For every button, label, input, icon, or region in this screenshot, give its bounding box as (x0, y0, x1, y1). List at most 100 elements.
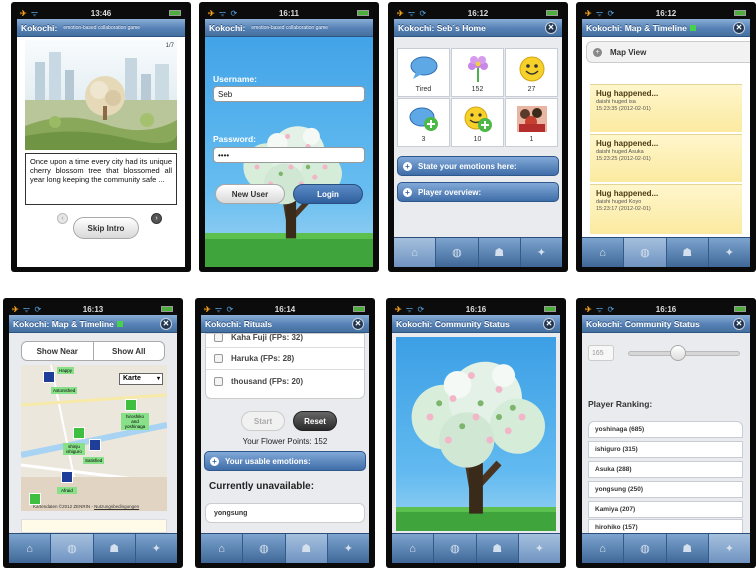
rituals-cell[interactable]: 1 (505, 98, 558, 147)
battery-icon (544, 306, 556, 312)
map-view-label: Map View (610, 47, 647, 57)
sparkle-icon: ✦ (536, 247, 546, 259)
given-smiles-cell[interactable]: 10 (451, 98, 504, 147)
show-near-button[interactable]: Show Near (22, 342, 94, 360)
map-credit: Kartendaten ©2012 ZENRIN - Nutzungsbedin… (33, 504, 140, 509)
tab-home[interactable]: ⌂ (582, 534, 625, 563)
plus-icon: + (403, 187, 412, 197)
community-tree-screen: ✈ ᯤ ⟳ 16:16 Kokochi: Community Status ✕ … (392, 303, 560, 563)
map-view-toggle[interactable]: + Map View (586, 41, 750, 63)
map-label: Astonished (51, 387, 78, 394)
title-bar: Kokochi: Community Status ✕ (582, 315, 750, 333)
cell-value: 1 (529, 136, 534, 143)
status-square-icon (116, 320, 123, 327)
player-row[interactable]: Kaha Fuji (FPs: 32) (206, 334, 364, 348)
phone-community-tree: ✈ ᯤ ⟳ 16:16 Kokochi: Community Status ✕ … (386, 298, 566, 568)
ranking-row[interactable]: yoshinaga (685) (588, 421, 743, 438)
page-title: Kokochi: (21, 22, 58, 33)
tab-home[interactable]: ⌂ (582, 238, 625, 267)
close-icon[interactable]: ✕ (733, 22, 745, 34)
close-icon[interactable]: ✕ (733, 318, 745, 330)
tab-home[interactable]: ⌂ (201, 534, 244, 563)
tab-map[interactable]: ◍ (624, 238, 667, 267)
tab-rituals[interactable]: ☗ (479, 238, 521, 267)
map-terms-link[interactable]: Nutzungsbedingungen (94, 504, 139, 509)
ranking-row[interactable]: yongsung (250) (588, 481, 743, 498)
usable-emotions-button[interactable]: + Your usable emotions: (204, 451, 366, 471)
slider-thumb[interactable] (670, 345, 686, 361)
flower-points-text: Your Flower Points: 152 (242, 437, 328, 446)
map-type-select[interactable]: Karte ▾ (119, 373, 163, 385)
tab-rituals[interactable]: ☗ (477, 534, 519, 563)
map-marker-icon[interactable] (125, 399, 137, 411)
map-marker-icon[interactable] (61, 471, 73, 483)
page-title: Kokochi: Rituals (205, 318, 273, 329)
map-marker-icon[interactable] (89, 439, 101, 451)
tab-map[interactable]: ◍ (243, 534, 286, 563)
username-field[interactable]: Seb (213, 86, 365, 102)
tab-home[interactable]: ⌂ (394, 238, 437, 267)
start-button[interactable]: Start (241, 411, 285, 431)
usable-emotions-label: Your usable emotions: (225, 456, 311, 466)
given-emotions-cell[interactable]: 3 (397, 98, 450, 147)
event-detail: daishi huged isa (596, 99, 636, 105)
tab-map[interactable]: ◍ (436, 238, 479, 267)
tab-map[interactable]: ◍ (51, 534, 94, 563)
emotion-cell[interactable]: Tired (397, 48, 450, 97)
timeline-event[interactable]: Hug happened... daishi huged Koyo 15:23:… (590, 184, 742, 234)
close-icon[interactable]: ✕ (160, 318, 172, 330)
map-marker-icon[interactable] (43, 371, 55, 383)
close-icon[interactable]: ✕ (543, 318, 555, 330)
ranking-row[interactable]: ishiguro (315) (588, 441, 743, 458)
map-area[interactable]: Karte ▾ Happy Astonished hiroshiko and y… (21, 365, 167, 511)
next-arrow-icon[interactable]: › (151, 213, 162, 224)
map-marker-icon[interactable] (73, 427, 85, 439)
tab-rituals[interactable]: ☗ (94, 534, 136, 563)
tab-rituals[interactable]: ☗ (285, 534, 328, 563)
signal-icon: ✈ ᯤ ⟳ (585, 8, 616, 18)
new-user-button[interactable]: New User (215, 184, 285, 204)
close-icon[interactable]: ✕ (352, 318, 364, 330)
map-label: hiroshiko and yoshinaga (121, 413, 149, 430)
smiles-cell[interactable]: 27 (505, 48, 558, 97)
reset-button[interactable]: Reset (293, 411, 337, 431)
player-name: thousand (FPs: 20) (231, 376, 304, 386)
checkbox[interactable] (214, 354, 223, 363)
battery-icon (353, 306, 365, 312)
checkbox[interactable] (214, 334, 223, 342)
show-all-button[interactable]: Show All (94, 342, 165, 360)
player-row[interactable]: Haruka (FPs: 28) (206, 348, 364, 370)
player-overview-button[interactable]: + Player overview: (397, 182, 559, 202)
tab-home[interactable]: ⌂ (9, 534, 52, 563)
state-emotions-button[interactable]: + State your emotions here: (397, 156, 559, 176)
tab-community[interactable]: ✦ (521, 238, 562, 267)
password-field[interactable]: •••• (213, 147, 365, 163)
group-photo-icon (516, 106, 547, 132)
tab-rituals[interactable]: ☗ (667, 238, 709, 267)
tab-community[interactable]: ✦ (518, 534, 560, 563)
login-button[interactable]: Login (293, 184, 363, 204)
ranking-row[interactable]: Kamiya (207) (588, 501, 743, 518)
tab-home[interactable]: ⌂ (392, 534, 435, 563)
flower-points-cell[interactable]: 152 (451, 48, 504, 97)
title-bar: Kokochi: emotion-based collaboration gam… (205, 19, 373, 37)
home-screen: ✈ ᯤ ⟳ 16:12 Kokochi: Seb´s Home ✕ Tired … (394, 7, 562, 267)
hand-icon: ☗ (109, 543, 120, 555)
tab-map[interactable]: ◍ (624, 534, 667, 563)
tab-community[interactable]: ✦ (708, 534, 750, 563)
title-bar: Kokochi: Map & Timeline ✕ (9, 315, 177, 333)
tab-community[interactable]: ✦ (328, 534, 369, 563)
tab-community[interactable]: ✦ (136, 534, 177, 563)
player-row[interactable]: thousand (FPs: 20) (206, 370, 364, 392)
skip-intro-button[interactable]: Skip Intro (73, 217, 139, 239)
timeline-event[interactable]: Hug happened... daishi huged Asuka 15:23… (590, 134, 742, 182)
tab-community[interactable]: ✦ (709, 238, 750, 267)
tab-map[interactable]: ◍ (434, 534, 477, 563)
event-title: Hug happened... (596, 189, 659, 198)
checkbox[interactable] (214, 376, 223, 386)
timeline-event[interactable]: Hug happened... daishi huged isa 15:23:3… (590, 84, 742, 132)
ranking-row[interactable]: Asuka (288) (588, 461, 743, 478)
close-icon[interactable]: ✕ (545, 22, 557, 34)
prev-arrow-icon[interactable]: ‹ (57, 213, 68, 224)
tab-rituals[interactable]: ☗ (667, 534, 709, 563)
